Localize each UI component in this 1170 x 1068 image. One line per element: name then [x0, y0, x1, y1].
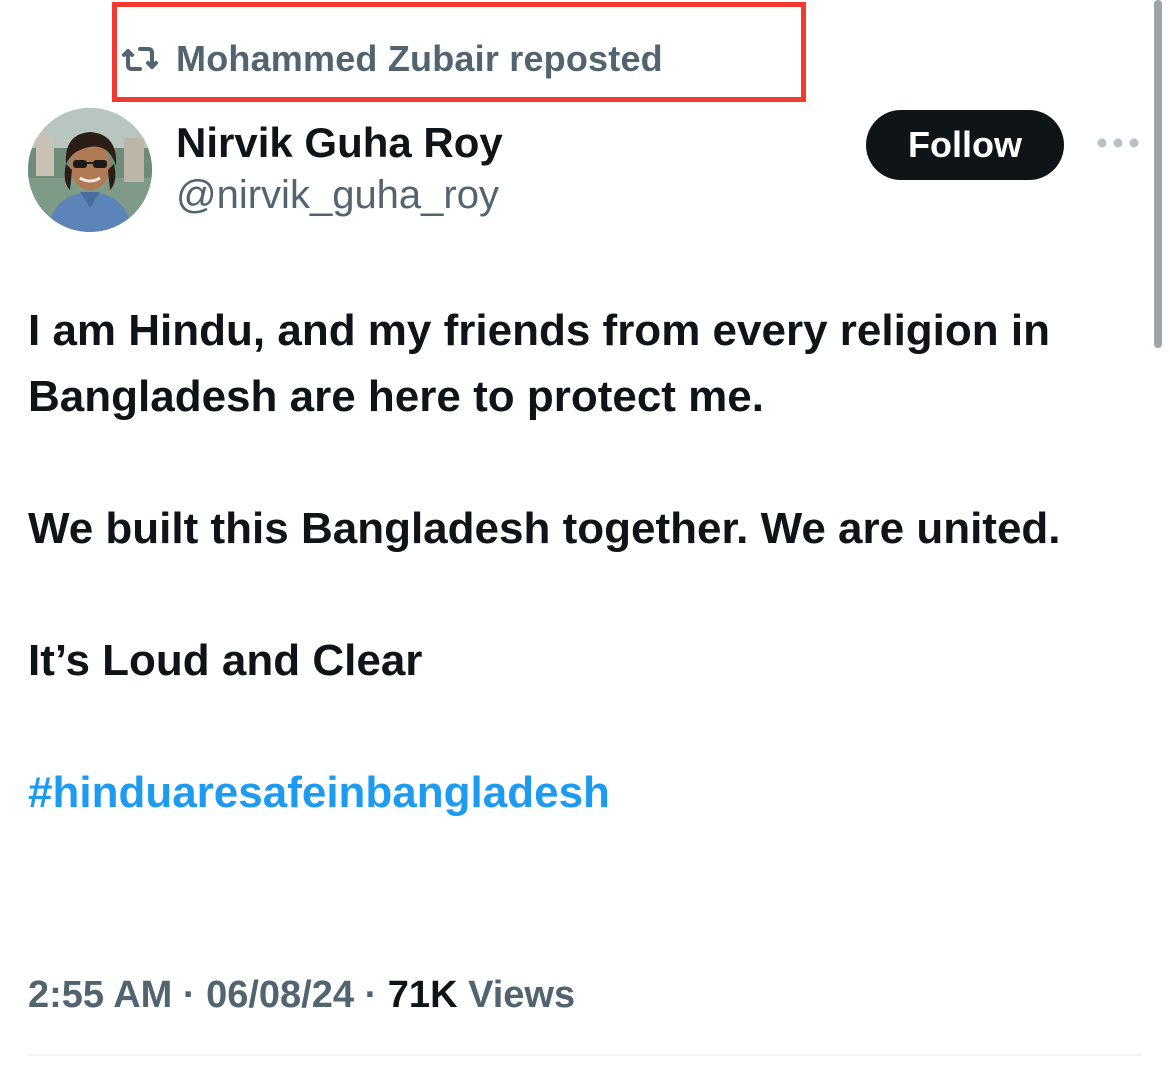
post-body: I am Hindu, and my friends from every re…	[28, 298, 1128, 826]
meta-separator: ·	[364, 974, 378, 1016]
follow-button[interactable]: Follow	[866, 110, 1064, 180]
repost-icon	[122, 41, 158, 77]
views-count: 71K	[387, 974, 458, 1016]
post-date[interactable]: 06/08/24	[206, 974, 354, 1016]
repost-indicator[interactable]: Mohammed Zubair reposted	[122, 36, 663, 82]
views-label-text: Views	[468, 974, 576, 1016]
avatar[interactable]	[28, 108, 152, 232]
views-label	[458, 974, 469, 1016]
meta-separator: ·	[182, 974, 196, 1016]
divider	[28, 1054, 1142, 1056]
repost-label: Mohammed Zubair reposted	[176, 38, 663, 79]
more-options-button[interactable]	[1094, 128, 1142, 162]
author-block: Nirvik Guha Roy @nirvik_guha_roy	[176, 118, 503, 220]
post-paragraph: It’s Loud and Clear	[28, 636, 423, 685]
scrollbar-thumb[interactable]	[1154, 0, 1162, 348]
post-time[interactable]: 2:55 AM	[28, 974, 172, 1016]
hashtag-link[interactable]: #hinduaresafeinbangladesh	[28, 768, 610, 817]
post-meta: 2:55 AM · 06/08/24 · 71K Views	[28, 970, 575, 1020]
author-handle[interactable]: @nirvik_guha_roy	[176, 170, 503, 220]
post-paragraph: I am Hindu, and my friends from every re…	[28, 306, 1050, 421]
post-paragraph: We built this Bangladesh together. We ar…	[28, 504, 1061, 553]
more-horizontal-icon	[1096, 136, 1140, 154]
author-name[interactable]: Nirvik Guha Roy	[176, 118, 503, 168]
